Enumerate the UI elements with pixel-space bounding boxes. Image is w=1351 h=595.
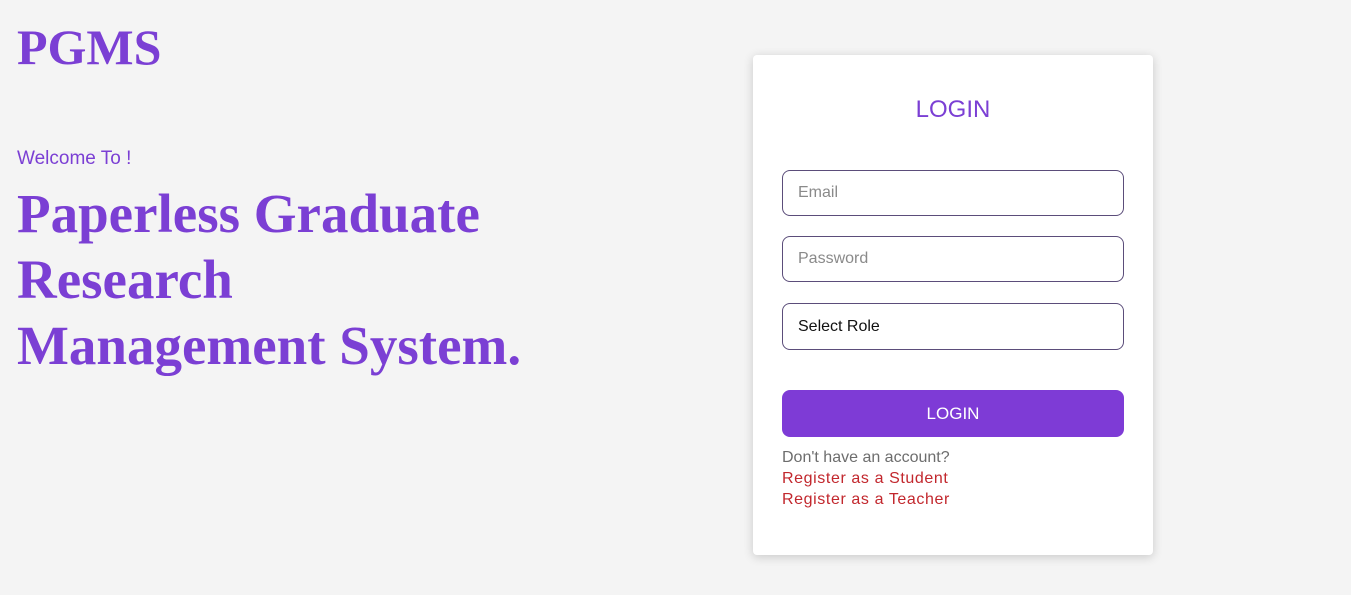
login-button[interactable]: LOGIN (782, 390, 1124, 437)
register-student-link[interactable]: Register as a Student (782, 468, 950, 489)
login-card: LOGIN Select Role LOGIN Don't have an ac… (753, 55, 1153, 555)
password-input[interactable] (782, 236, 1124, 282)
account-links: Don't have an account? Register as a Stu… (782, 447, 950, 510)
no-account-text: Don't have an account? (782, 449, 950, 466)
hero-headline: Paperless Graduate Research Management S… (17, 181, 657, 379)
role-select-value: Select Role (798, 317, 880, 335)
brand-logo: PGMS (17, 19, 162, 75)
headline-line-2: Research (17, 249, 233, 310)
login-title: LOGIN (915, 96, 991, 123)
role-select[interactable]: Select Role (782, 303, 1124, 350)
headline-line-3: Management System. (17, 315, 522, 376)
welcome-text: Welcome To ! (17, 148, 132, 169)
headline-line-1: Paperless Graduate (17, 183, 480, 244)
register-teacher-link[interactable]: Register as a Teacher (782, 489, 950, 510)
email-input[interactable] (782, 170, 1124, 216)
